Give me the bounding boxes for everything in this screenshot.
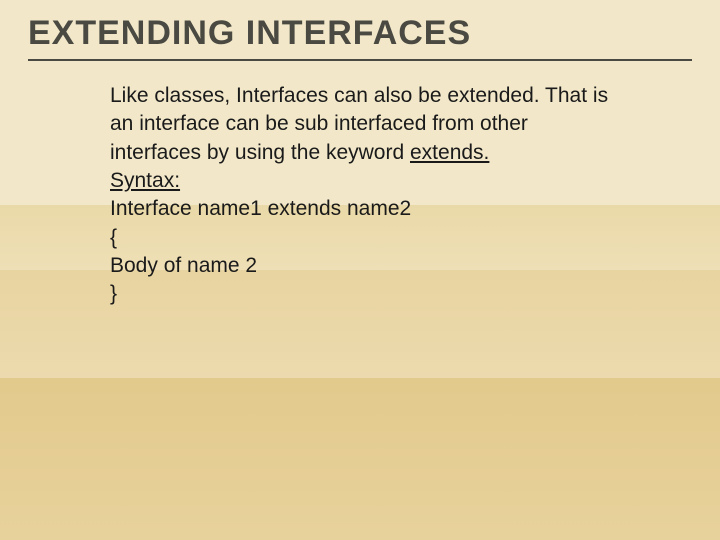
keyword-extends: extends. [410, 141, 489, 164]
syntax-label-text: Syntax: [110, 169, 180, 192]
body-syntax-label: Syntax: [110, 167, 610, 195]
body-syntax-close-brace: } [110, 280, 610, 308]
body-syntax-open-brace: { [110, 224, 610, 252]
slide-title: EXTENDING INTERFACES [28, 14, 692, 61]
slide-body: Like classes, Interfaces can also be ext… [110, 82, 610, 309]
body-syntax-body: Body of name 2 [110, 252, 610, 280]
body-text-intro: Like classes, Interfaces can also be ext… [110, 84, 608, 164]
body-syntax-line-1: Interface name1 extends name2 [110, 195, 610, 223]
slide: EXTENDING INTERFACES Like classes, Inter… [0, 0, 720, 540]
body-paragraph-1: Like classes, Interfaces can also be ext… [110, 82, 610, 167]
